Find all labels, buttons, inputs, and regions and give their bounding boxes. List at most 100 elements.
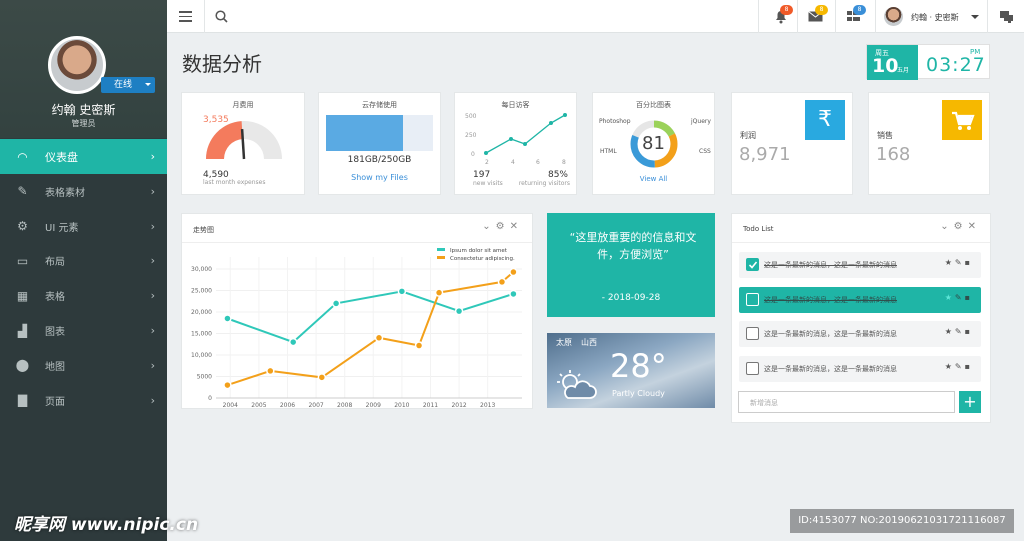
- sidebar-item-6[interactable]: ⬤ 地图 ›: [0, 348, 167, 383]
- edit-icon[interactable]: ✎: [955, 258, 965, 267]
- todo-checkbox[interactable]: [746, 361, 759, 375]
- sidebar-item-5[interactable]: ▟ 图表 ›: [0, 313, 167, 348]
- card-title: 每日访客: [501, 101, 530, 109]
- donut-label: jQuery: [691, 118, 711, 125]
- chevron-right-icon: ›: [150, 393, 155, 407]
- sidebar-item-label: 图表: [45, 327, 65, 338]
- search-icon[interactable]: [215, 10, 228, 23]
- x-tick-label: 2009: [366, 402, 381, 409]
- edit-icon[interactable]: ✎: [955, 327, 965, 336]
- storage-bar-fill: [326, 115, 404, 151]
- star-icon[interactable]: ★: [945, 362, 955, 371]
- header-avatar[interactable]: [884, 7, 903, 26]
- todo-checkbox[interactable]: [746, 292, 759, 306]
- sidebar-item-label: UI 元素: [45, 222, 79, 234]
- status-dropdown[interactable]: 在线: [101, 77, 155, 93]
- trash-icon[interactable]: ▪: [965, 258, 973, 267]
- header-user-name[interactable]: 约翰 · 史密斯: [911, 12, 959, 23]
- legend-label: Ipsum dolor sit amet: [450, 248, 508, 254]
- todo-actions: ★✎▪: [945, 327, 973, 336]
- trend-line-chart: 30,000 25,000 20,000 15,000 10,000 5000 0 2004 2…: [191, 248, 522, 409]
- bar-chart-icon: ▟: [17, 323, 28, 338]
- caret-down-icon[interactable]: [971, 15, 979, 23]
- star-icon[interactable]: ★: [945, 327, 955, 336]
- todo-text: 这是一条最新的消息，这是一条最新的消息: [764, 261, 897, 269]
- weather-temp: 28°: [610, 347, 667, 385]
- sidebar-item-label: 地图: [45, 361, 65, 373]
- sidebar-item-1[interactable]: ✎ 表格素材 ›: [0, 174, 167, 209]
- y-tick: 500: [465, 113, 477, 120]
- quote-card: “这里放重要的的信息和文件，方便浏览” - 2018-09-28: [547, 213, 715, 317]
- x-tick: 2: [485, 159, 489, 166]
- returning-label: returning visitors: [518, 180, 570, 187]
- y-tick-label: 30,000: [191, 266, 212, 273]
- x-tick-label: 2013: [480, 402, 495, 409]
- new-visits-label: new visits: [473, 180, 503, 187]
- show-files-link[interactable]: Show my Files: [319, 173, 440, 182]
- user-profile: 在线 约翰 史密斯 管理员: [0, 0, 167, 138]
- add-todo-button[interactable]: +: [959, 391, 981, 413]
- close-icon[interactable]: ✕: [510, 221, 523, 232]
- gear-icon[interactable]: ⚙: [954, 221, 968, 232]
- profit-value: 8,971: [739, 144, 791, 165]
- trash-icon[interactable]: ▪: [965, 327, 973, 336]
- sidebar-item-0[interactable]: ◠ 仪表盘 ›: [0, 139, 167, 174]
- chat-icon[interactable]: [1000, 11, 1014, 23]
- star-icon[interactable]: ★: [945, 293, 955, 302]
- new-todo-input[interactable]: 新增消息: [738, 391, 955, 413]
- dashboard-icon: ◠: [17, 149, 28, 164]
- sidebar-item-7[interactable]: ▇ 页面 ›: [0, 383, 167, 418]
- view-all-link[interactable]: View All: [593, 175, 714, 183]
- storage-bar: [326, 115, 433, 151]
- weather-condition: Partly Cloudy: [612, 389, 665, 398]
- clock-date: 10: [872, 55, 899, 77]
- user-role: 管理员: [71, 119, 96, 128]
- collapse-icon[interactable]: ⌄: [482, 221, 495, 232]
- trash-icon[interactable]: ▪: [965, 293, 973, 302]
- trash-icon[interactable]: ▪: [965, 362, 973, 371]
- star-icon[interactable]: ★: [945, 258, 955, 267]
- menu-toggle-icon[interactable]: [179, 11, 192, 22]
- rupee-icon: ₹: [805, 100, 845, 140]
- todo-item[interactable]: 这是一条最新的消息，这是一条最新的消息 ★✎▪: [739, 286, 981, 313]
- close-icon[interactable]: ✕: [968, 221, 981, 232]
- edit-icon[interactable]: ✎: [955, 362, 965, 371]
- chevron-right-icon: ›: [150, 184, 155, 198]
- data-point: [434, 288, 444, 297]
- percent-chart-card: 百分比图表 81 Photoshop jQuery HTML CSS View …: [592, 92, 715, 195]
- avatar[interactable]: [48, 36, 106, 94]
- weather-city: 太原: [556, 338, 572, 347]
- todo-checkbox[interactable]: [746, 258, 759, 271]
- gauge-value: 3,535: [203, 115, 229, 125]
- collapse-icon[interactable]: ⌄: [940, 221, 953, 232]
- edit-icon[interactable]: ✎: [955, 293, 965, 302]
- sidebar-item-2[interactable]: ⚙ UI 元素 ›: [0, 209, 167, 244]
- x-tick-label: 2011: [423, 402, 438, 409]
- todo-item[interactable]: 这是一条最新的消息，这是一条最新的消息 ★✎▪: [739, 252, 981, 278]
- y-tick-label: 5000: [197, 374, 212, 381]
- todo-checkbox[interactable]: [746, 327, 759, 340]
- sidebar-item-label: 仪表盘: [45, 150, 78, 164]
- data-point: [509, 289, 518, 299]
- chevron-right-icon: ›: [150, 219, 155, 233]
- new-visits-value: 197: [473, 170, 491, 180]
- todo-item[interactable]: 这是一条最新的消息，这是一条最新的消息 ★✎▪: [739, 355, 981, 382]
- sidebar-item-3[interactable]: ▭ 布局 ›: [0, 243, 167, 278]
- sidebar-item-label: 布局: [45, 257, 65, 269]
- quote-text: “这里放重要的的信息和文件，方便浏览”: [569, 231, 697, 261]
- new-todo-placeholder: 新增消息: [750, 399, 778, 407]
- y-tick-label: 25,000: [191, 288, 212, 295]
- gear-icon[interactable]: ⚙: [496, 221, 510, 232]
- card-title: 月费用: [232, 101, 254, 109]
- weather-card: 太原 山西 28° Partly Cloudy: [547, 333, 715, 408]
- map-pin-icon: ⬤: [15, 358, 30, 373]
- storage-used: 181GB/250GB: [347, 155, 412, 165]
- sales-value: 168: [876, 144, 911, 165]
- sidebar-item-4[interactable]: ▦ 表格 ›: [0, 278, 167, 313]
- x-tick: 8: [562, 159, 566, 166]
- card-title: 百分比图表: [636, 101, 671, 109]
- clock-month: 五月: [897, 67, 910, 74]
- data-point: [454, 306, 464, 316]
- last-month-label: last month expenses: [203, 179, 266, 186]
- todo-item[interactable]: 这是一条最新的消息，这是一条最新的消息 ★✎▪: [739, 321, 981, 347]
